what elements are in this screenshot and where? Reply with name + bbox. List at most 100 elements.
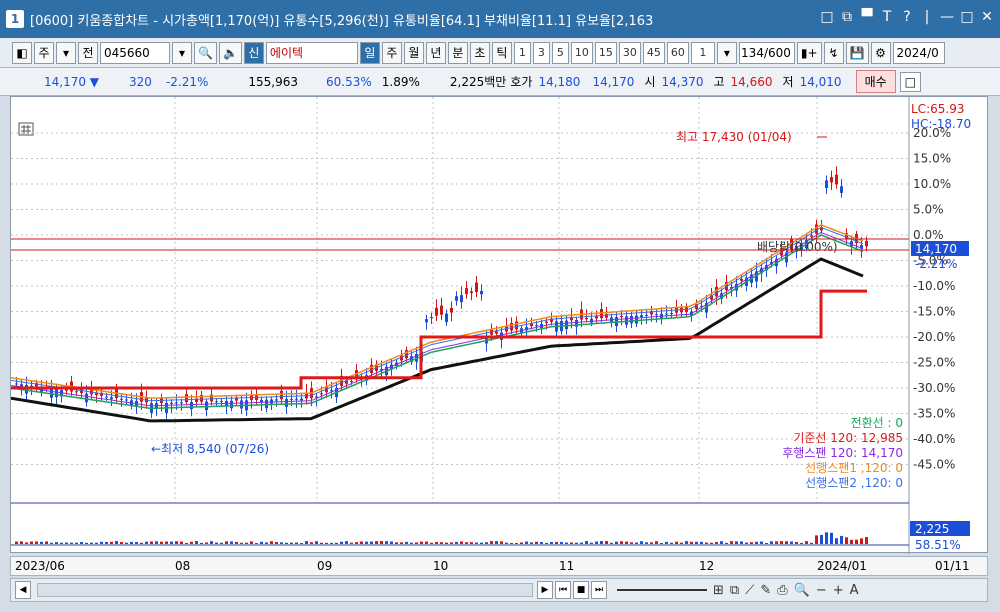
- trendline-icon[interactable]: ⟋: [745, 583, 754, 598]
- interval-3[interactable]: 3: [532, 41, 550, 64]
- interval-1[interactable]: 1: [513, 41, 531, 64]
- volume-bar: [730, 541, 733, 544]
- volume-pct-tag: 58.51%: [915, 538, 961, 552]
- first-icon[interactable]: ⏮: [555, 581, 571, 599]
- interval-30[interactable]: 30: [618, 41, 641, 64]
- zoom-slider[interactable]: [617, 589, 707, 591]
- tf-day[interactable]: 일: [359, 41, 380, 64]
- zoom-search-icon[interactable]: 🔍: [794, 583, 810, 598]
- maximize-icon[interactable]: □: [960, 9, 974, 25]
- prev-button[interactable]: 전: [78, 41, 98, 64]
- stop-icon[interactable]: ■: [573, 581, 589, 599]
- volume-bar: [760, 541, 763, 544]
- volume-bar: [100, 541, 103, 544]
- volume-bar: [250, 541, 253, 544]
- period-unit-button[interactable]: 주: [34, 41, 54, 64]
- volume-bar: [785, 541, 788, 544]
- volume-bar: [520, 542, 523, 544]
- price-chart-svg[interactable]: 20.0%15.0%10.0%5.0%0.0%-5.0%-10.0%-15.0%…: [10, 97, 989, 554]
- interval-15[interactable]: 15: [594, 41, 617, 64]
- legend-entry: 선행스팬2 ,120: 0: [805, 475, 903, 490]
- save-icon[interactable]: 💾: [845, 41, 869, 64]
- scroll-right-icon[interactable]: ▶: [537, 581, 553, 599]
- interval-60[interactable]: 60: [666, 41, 689, 64]
- date-input[interactable]: 2024/0: [892, 41, 945, 64]
- settings-gear-icon[interactable]: ⚙: [870, 41, 891, 64]
- price-change: 320: [129, 74, 152, 89]
- volume-bar: [235, 541, 238, 544]
- volume-bar: [70, 542, 73, 544]
- font-size-icon[interactable]: A: [850, 583, 859, 598]
- volume-bar: [485, 542, 488, 544]
- dropdown-icon[interactable]: ▾: [56, 41, 76, 64]
- volume-bar: [585, 541, 588, 544]
- copy-icon[interactable]: ⧉: [730, 583, 739, 598]
- code-dropdown-icon[interactable]: ▾: [172, 41, 192, 64]
- zoom-in-icon[interactable]: +: [833, 583, 844, 598]
- bar-count-input[interactable]: 134/600: [738, 41, 795, 64]
- close-icon[interactable]: ✕: [980, 9, 994, 25]
- volume-bar: [285, 542, 288, 544]
- tf-week[interactable]: 주: [381, 41, 402, 64]
- pin-icon[interactable]: ▀: [860, 9, 874, 25]
- new-badge[interactable]: 신: [243, 41, 264, 64]
- candle-body: [280, 390, 283, 400]
- sell-button[interactable]: □: [899, 71, 922, 92]
- cascade-icon[interactable]: ⧉: [840, 9, 854, 25]
- stock-code-input[interactable]: 045660: [100, 41, 170, 64]
- volume-bar: [155, 541, 158, 544]
- candle-body: [175, 402, 178, 404]
- volume-bar: [560, 541, 563, 544]
- zoom-out-icon[interactable]: −: [816, 583, 827, 598]
- interval-5[interactable]: 5: [551, 41, 569, 64]
- volume-bar: [535, 541, 538, 544]
- restore-icon[interactable]: □: [820, 9, 834, 25]
- tf-year[interactable]: 년: [425, 41, 446, 64]
- scrollbar-track[interactable]: [37, 583, 533, 597]
- last-icon[interactable]: ⏭: [591, 581, 607, 599]
- candle-body: [125, 399, 128, 401]
- sound-icon[interactable]: 🔈: [218, 41, 242, 64]
- candle-body: [15, 383, 18, 385]
- volume-bar: [510, 542, 513, 544]
- tf-minute[interactable]: 분: [447, 41, 468, 64]
- volume-bar: [280, 542, 283, 544]
- interval-dropdown-icon[interactable]: ▾: [716, 41, 737, 64]
- interval-input[interactable]: 1: [690, 41, 715, 64]
- volume-bar: [450, 542, 453, 544]
- interval-45[interactable]: 45: [642, 41, 665, 64]
- crosshair-icon[interactable]: ⊞: [713, 583, 724, 598]
- buy-button[interactable]: 매수: [855, 70, 896, 93]
- search-icon[interactable]: 🔍: [194, 41, 217, 64]
- hc-label: HC:-18.70: [911, 117, 971, 131]
- layout-icon[interactable]: ◧: [12, 41, 32, 64]
- tf-second[interactable]: 초: [469, 41, 490, 64]
- draw-icon[interactable]: ✎: [760, 583, 771, 598]
- scroll-left-icon[interactable]: ◀: [15, 581, 31, 599]
- y-tick-label: 15.0%: [913, 152, 951, 166]
- print-icon[interactable]: ⎙: [777, 583, 787, 598]
- volume-bar: [105, 541, 108, 544]
- interval-10[interactable]: 10: [570, 41, 593, 64]
- volume-bar: [310, 542, 313, 544]
- tf-tick[interactable]: 틱: [491, 41, 512, 64]
- font-icon[interactable]: T: [880, 9, 894, 25]
- legend-entry: 선행스팬1 ,120: 0: [805, 460, 903, 475]
- help-icon[interactable]: ?: [900, 9, 914, 25]
- stock-name-field[interactable]: 에이텍: [265, 41, 358, 64]
- candlestick-series: [15, 166, 868, 420]
- volume-bar: [610, 542, 613, 544]
- compare-icon[interactable]: ↯: [823, 41, 844, 64]
- volume-bar: [780, 541, 783, 544]
- chart-toolbar: ◧ 주 ▾ 전 045660 ▾ 🔍 🔈 신 에이텍 일 주 월 년 분 초 틱…: [0, 38, 1000, 68]
- volume-bar: [865, 537, 868, 544]
- volume-bar: [120, 541, 123, 544]
- y-tick-label: -40.0%: [913, 432, 955, 446]
- volume-bar: [770, 541, 773, 544]
- ichimoku-legend: 전환선 : 0기준선 120: 12,985후행스팬 120: 14,170선행…: [782, 416, 903, 490]
- minimize-icon[interactable]: —: [940, 9, 954, 25]
- indicator-icon[interactable]: ▮+: [796, 41, 822, 64]
- tf-month[interactable]: 월: [403, 41, 424, 64]
- x-label-2023-06: 2023/06: [15, 559, 65, 573]
- chart-area[interactable]: 20.0% 15.0% 10.0% 5.0% 0.0% -5.0% -10.0% -15.0%…: [10, 96, 989, 554]
